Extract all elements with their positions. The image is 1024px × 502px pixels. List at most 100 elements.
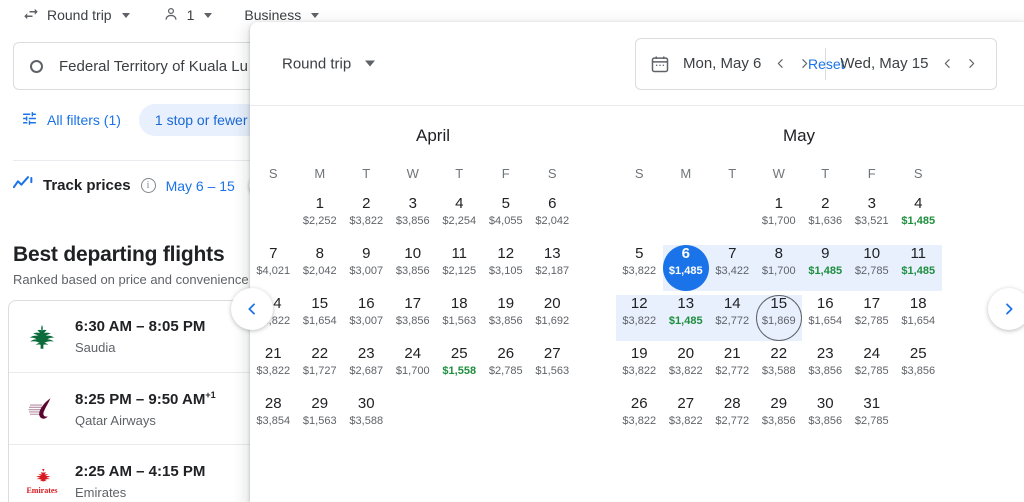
calendar-day-cell[interactable]: 2 $3,822 [343, 195, 390, 245]
prev-month-button[interactable] [231, 288, 273, 330]
calendar-day-cell[interactable]: 8 $2,042 [297, 245, 344, 295]
departure-date-field[interactable]: Mon, May 6 [683, 39, 811, 89]
calendar-day-cell[interactable]: 13 $2,187 [529, 245, 576, 295]
calendar-day-cell[interactable]: 14 $2,772 [709, 295, 756, 345]
calendar-day-cell[interactable]: 7 $3,422 [709, 245, 756, 295]
calendar-day-cell[interactable]: 28 $2,772 [709, 395, 756, 445]
calendar-day-cell[interactable]: 18 $1,654 [895, 295, 942, 345]
calendar-day-cell[interactable]: 23 $2,687 [343, 345, 390, 395]
calendar-day-cell[interactable]: 15 $1,869 [755, 295, 803, 345]
calendar-day-cell[interactable]: 28 $3,854 [250, 395, 297, 445]
calendar-day-cell[interactable]: 22 $1,727 [297, 345, 344, 395]
calendar-day-cell[interactable]: 3 $3,521 [849, 195, 896, 245]
calendar-empty-cell [616, 195, 663, 245]
calendar-day-number: 18 [450, 295, 468, 312]
calendar-day-cell[interactable]: 6 $1,485 [662, 245, 710, 295]
calendar-day-cell[interactable]: 20 $1,692 [529, 295, 576, 345]
calendar-day-cell[interactable]: 18 $1,563 [436, 295, 483, 345]
calendar-day-cell[interactable]: 16 $1,654 [802, 295, 849, 345]
calendar-day-cell[interactable]: 1 $2,252 [297, 195, 344, 245]
calendar-day-cell[interactable]: 16 $3,007 [343, 295, 390, 345]
calendar-day-cell[interactable]: 30 $3,856 [802, 395, 849, 445]
calendar-day-number: 1 [315, 195, 324, 212]
chevron-right-icon[interactable] [797, 57, 811, 71]
calendar-day-cell[interactable]: 20 $3,822 [663, 345, 710, 395]
trending-line-icon [12, 176, 33, 195]
calendar-day-cell[interactable]: 17 $2,785 [849, 295, 896, 345]
filter-chip-stops[interactable]: 1 stop or fewer [138, 104, 264, 136]
calendar-day-cell[interactable]: 12 $3,822 [616, 295, 663, 345]
calendar-day-cell[interactable]: 21 $2,772 [709, 345, 756, 395]
list-item[interactable]: 8:25 PM – 9:50 AM+1 Qatar Airways [9, 373, 257, 445]
passengers-selector[interactable]: 1 [154, 2, 221, 29]
calendar-day-cell[interactable]: 27 $3,822 [663, 395, 710, 445]
calendar-day-cell[interactable]: 5 $3,822 [616, 245, 663, 295]
calendar-day-cell[interactable]: 24 $2,785 [849, 345, 896, 395]
list-item[interactable]: Emirates 2:25 AM – 4:15 PM Emirates [9, 445, 257, 502]
calendar-day-cell[interactable]: 29 $3,856 [756, 395, 803, 445]
calendar-day-cell[interactable]: 29 $1,563 [297, 395, 344, 445]
calendar-day-cell[interactable]: 6 $2,042 [529, 195, 576, 245]
next-month-button[interactable] [988, 288, 1024, 330]
calendar-day-cell[interactable]: 10 $2,785 [849, 245, 896, 295]
calendar-day-cell[interactable]: 12 $3,105 [483, 245, 530, 295]
calendar-day-cell[interactable]: 26 $2,785 [483, 345, 530, 395]
calendar-day-cell[interactable]: 10 $3,856 [390, 245, 437, 295]
calendar-day-cell[interactable]: 4 $2,254 [436, 195, 483, 245]
calendar-day-cell[interactable]: 26 $3,822 [616, 395, 663, 445]
all-filters-button[interactable]: All filters (1) [13, 104, 129, 136]
calendar-day-number: 2 [821, 195, 830, 212]
calendar-day-cell[interactable]: 23 $3,856 [802, 345, 849, 395]
calendar-day-cell[interactable]: 24 $1,700 [390, 345, 437, 395]
chevron-right-icon[interactable] [964, 57, 978, 71]
calendar-day-cell[interactable]: 15 $1,654 [297, 295, 344, 345]
return-date-field[interactable]: Wed, May 15 [840, 39, 978, 89]
calendar-day-cell[interactable]: 30 $3,588 [343, 395, 390, 445]
calendar-day-cell[interactable]: 3 $3,856 [390, 195, 437, 245]
chevron-left-icon[interactable] [773, 57, 787, 71]
calendar-day-number: 28 [264, 395, 282, 412]
calendar-day-cell[interactable]: 21 $3,822 [250, 345, 297, 395]
list-item[interactable]: 6:30 AM – 8:05 PM Saudia [9, 301, 257, 373]
calendar-day-number: 2 [362, 195, 371, 212]
panel-trip-type-label: Round trip [282, 55, 352, 72]
day-of-week-label: M [314, 166, 326, 181]
calendar-day-price: $2,785 [854, 265, 889, 277]
calendar-day-cell[interactable]: 17 $3,856 [390, 295, 437, 345]
calendar-day-price: $1,700 [761, 265, 796, 277]
calendar-day-price: $3,856 [395, 315, 430, 327]
calendar-day-cell[interactable]: 25 $1,558 [436, 345, 483, 395]
track-prices-label: Track prices [43, 177, 131, 194]
calendar-day-cell[interactable]: 7 $4,021 [250, 245, 297, 295]
calendar-day-cell[interactable]: 9 $3,007 [343, 245, 390, 295]
calendar-day-cell[interactable]: 22 $3,588 [756, 345, 803, 395]
calendar-day-cell[interactable]: 19 $3,856 [483, 295, 530, 345]
calendar-day-number: 30 [357, 395, 375, 412]
calendar-week-row: 21 $3,822 22 $1,727 23 $2,687 24 $1,700 25 $1,558… [250, 345, 616, 395]
emirates-logo: Emirates [23, 462, 61, 500]
calendar-day-number: 27 [677, 395, 695, 412]
calendar-day-cell[interactable]: 1 $1,700 [756, 195, 803, 245]
calendar-day-number: 20 [543, 295, 561, 312]
calendar-day-cell[interactable]: 13 $1,485 [663, 295, 710, 345]
calendar-day-price: $2,772 [715, 365, 750, 377]
calendar-day-cell[interactable]: 11 $1,485 [895, 245, 942, 295]
calendar-day-cell[interactable]: 31 $2,785 [849, 395, 896, 445]
day-of-week-label: T [728, 166, 737, 181]
trip-type-selector[interactable]: Round trip [14, 2, 138, 29]
calendar-day-cell[interactable]: 8 $1,700 [756, 245, 803, 295]
calendar-day-cell[interactable]: 5 $4,055 [483, 195, 530, 245]
calendar-day-cell[interactable]: 9 $1,485 [802, 245, 849, 295]
info-icon[interactable]: i [140, 178, 156, 193]
calendar-day-cell[interactable]: 19 $3,822 [616, 345, 663, 395]
calendar-day-cell[interactable]: 25 $3,856 [895, 345, 942, 395]
calendar-day-cell[interactable]: 4 $1,485 [895, 195, 942, 245]
panel-trip-type-selector[interactable]: Round trip [282, 55, 376, 72]
calendar-day-cell[interactable]: 2 $1,636 [802, 195, 849, 245]
chevron-left-icon[interactable] [940, 57, 954, 71]
calendar-day-cell[interactable]: 11 $2,125 [436, 245, 483, 295]
day-of-week-label: S [913, 166, 923, 181]
calendar-day-cell[interactable]: 27 $1,563 [529, 345, 576, 395]
calendar-week-row: 1 $1,700 2 $1,636 3 $3,521 4 $1,485 [616, 195, 982, 245]
calendar-day-number: 24 [404, 345, 422, 362]
